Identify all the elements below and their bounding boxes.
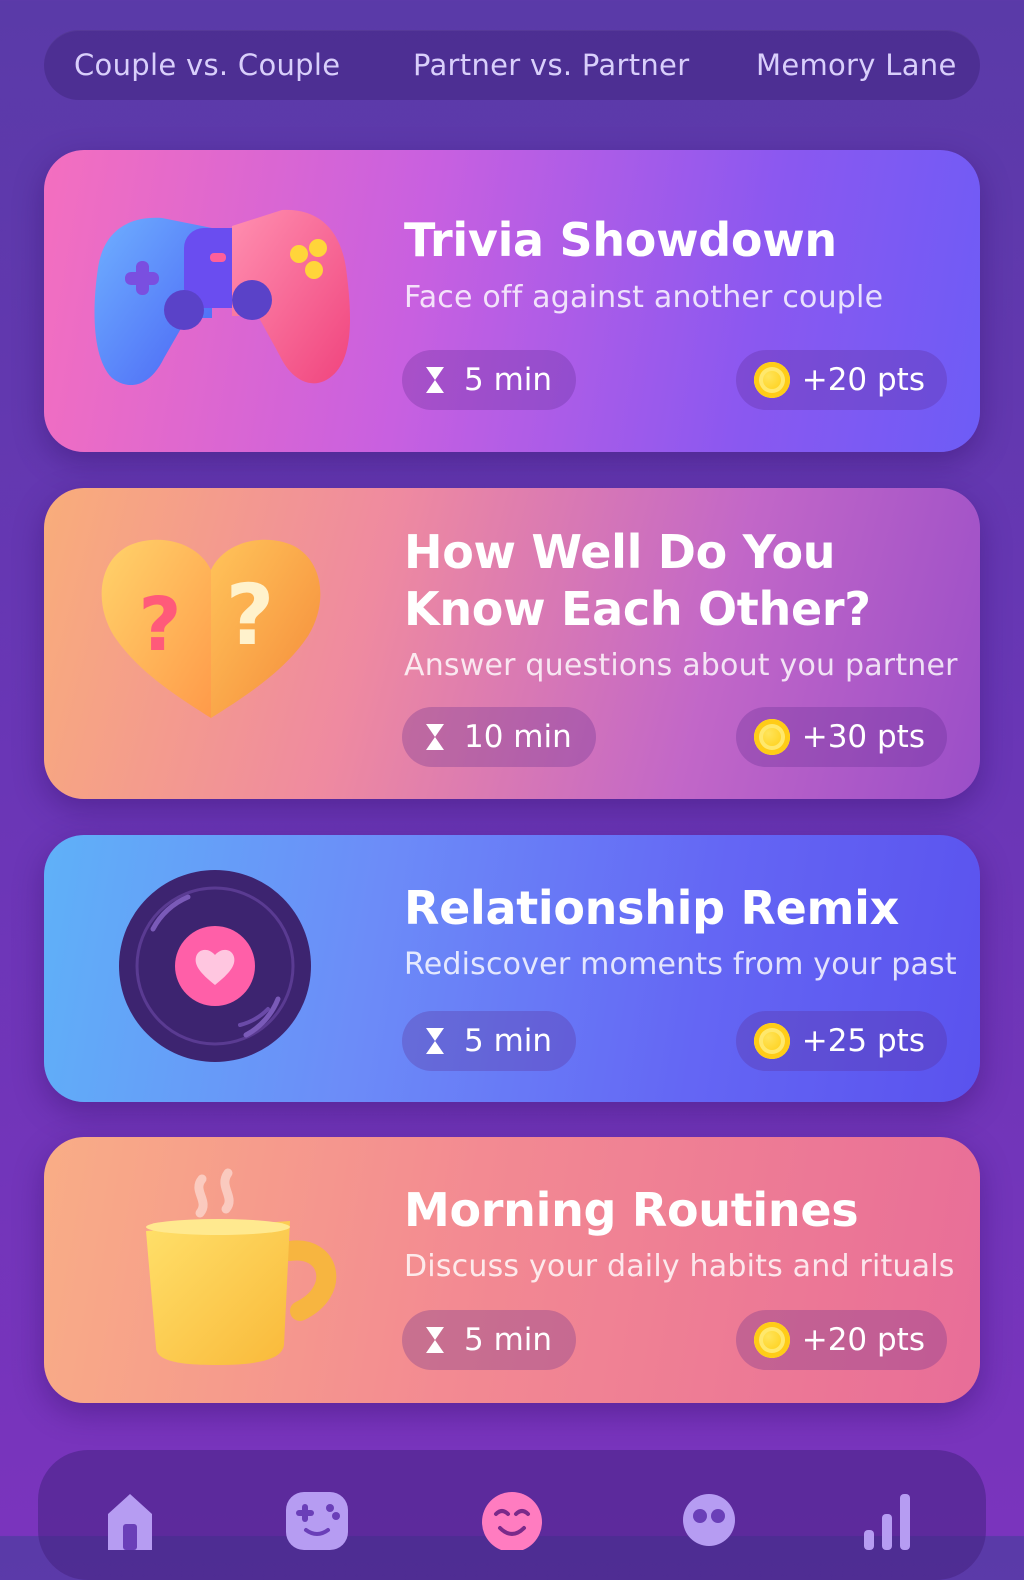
game-controller-icon[interactable] [284, 1490, 350, 1550]
coin-icon [753, 362, 790, 398]
game-card-morning-routines[interactable]: Morning Routines Discuss your daily habi… [44, 1137, 980, 1403]
svg-text:?: ? [139, 582, 182, 668]
duration-label: 5 min [464, 362, 553, 398]
gamepad-icon [94, 209, 351, 386]
duration-label: 10 min [464, 719, 572, 755]
game-title-line-2: Know Each Other? [404, 582, 871, 636]
points-label: +20 pts [801, 362, 925, 398]
svg-text:?: ? [226, 566, 275, 664]
game-subtitle: Discuss your daily habits and rituals [404, 1249, 955, 1284]
game-title: Trivia Showdown [404, 213, 837, 267]
game-subtitle: Rediscover moments from your past [404, 947, 957, 982]
duration-badge: 5 min [402, 350, 577, 410]
hourglass-icon [426, 1327, 444, 1353]
coin-icon [753, 719, 790, 755]
stats-bars-icon[interactable] [862, 1490, 912, 1550]
tab-partner-vs-partner[interactable]: Partner vs. Partner [413, 30, 689, 100]
duration-badge: 5 min [402, 1011, 577, 1071]
coffee-mug-icon [146, 1168, 337, 1365]
duration-badge: 10 min [402, 707, 596, 767]
points-badge: +20 pts [735, 350, 947, 410]
hourglass-icon [426, 724, 444, 750]
game-title: Relationship Remix [404, 881, 899, 935]
points-badge: +30 pts [735, 707, 947, 767]
hourglass-icon [426, 367, 444, 393]
coin-icon [753, 1023, 790, 1059]
tab-memory-lane[interactable]: Memory Lane [756, 30, 957, 100]
hourglass-icon [426, 1028, 444, 1054]
points-label: +20 pts [801, 1322, 925, 1358]
tab-couple-vs-couple[interactable]: Couple vs. Couple [74, 30, 340, 100]
points-label: +25 pts [801, 1023, 925, 1059]
question-heart-icon: ? ? [101, 539, 321, 718]
duration-badge: 5 min [402, 1310, 577, 1370]
coin-icon [753, 1322, 790, 1358]
game-card-relationship-remix[interactable]: Relationship Remix Rediscover moments fr… [44, 835, 980, 1102]
points-badge: +20 pts [735, 1310, 947, 1370]
mask-icon[interactable] [682, 1490, 736, 1550]
duration-label: 5 min [464, 1322, 553, 1358]
duration-label: 5 min [464, 1023, 553, 1059]
game-title: Morning Routines [404, 1183, 859, 1237]
smiley-face-icon[interactable] [480, 1490, 544, 1550]
game-subtitle: Face off against another couple [404, 280, 884, 315]
points-badge: +25 pts [735, 1011, 947, 1071]
game-category-tabs: Couple vs. Couple Partner vs. Partner Me… [44, 30, 980, 100]
game-title-line-1: How Well Do You [404, 525, 836, 579]
vinyl-record-icon [119, 870, 311, 1062]
points-label: +30 pts [801, 719, 925, 755]
bottom-navigation [38, 1450, 986, 1580]
home-icon[interactable] [104, 1490, 156, 1550]
game-subtitle: Answer questions about you partner [404, 648, 958, 683]
game-card-trivia-showdown[interactable]: Trivia Showdown Face off against another… [44, 150, 980, 452]
game-card-how-well-do-you-know[interactable]: ? ? How Well Do You Know Each Other? Ans… [44, 488, 980, 799]
